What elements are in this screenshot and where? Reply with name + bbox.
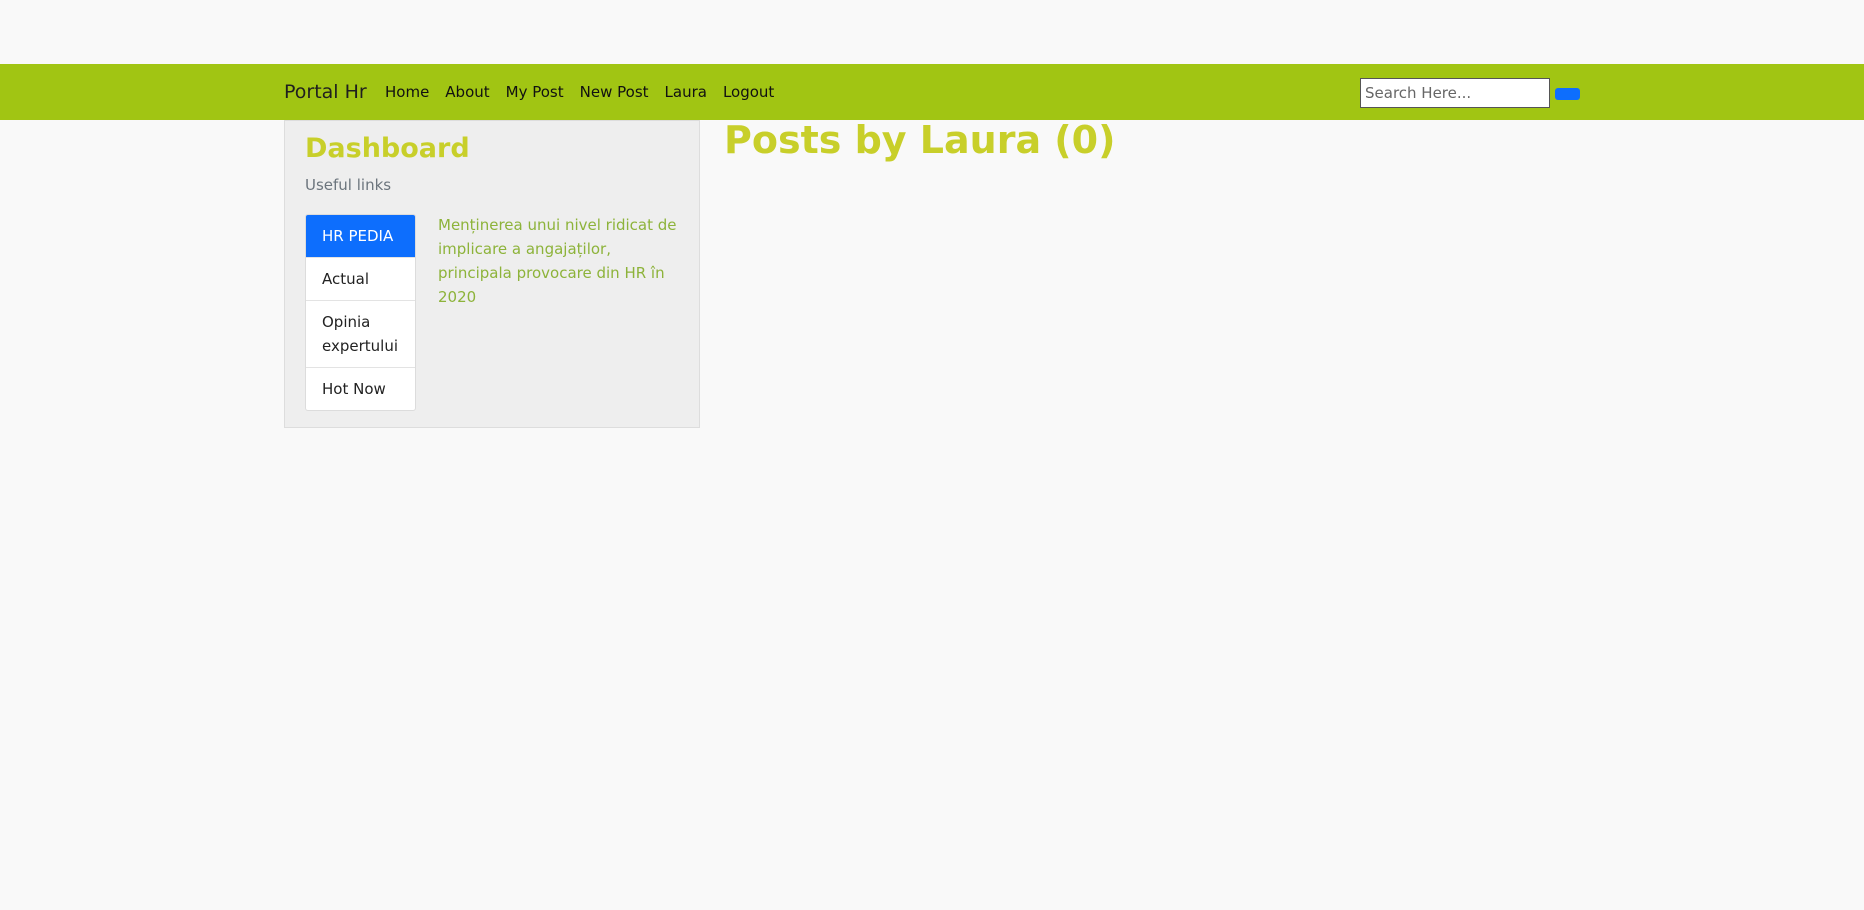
dashboard-sidebar: Dashboard Useful links HR PEDIA Actual O… <box>284 120 700 428</box>
nav-link-about[interactable]: About <box>445 83 489 101</box>
sidebar-title: Dashboard <box>305 133 470 164</box>
brand-link[interactable]: Portal Hr <box>284 64 367 120</box>
list-item-hr-pedia[interactable]: HR PEDIA <box>306 215 415 257</box>
search-input[interactable] <box>1360 78 1550 108</box>
list-item-actual[interactable]: Actual <box>306 257 415 300</box>
sidebar-content-text: Menținerea unui nivel ridicat de implica… <box>438 216 677 306</box>
list-item-hot-now[interactable]: Hot Now <box>306 367 415 410</box>
top-spacer <box>0 0 1864 64</box>
nav-link-new-post[interactable]: New Post <box>580 83 649 101</box>
navbar: Portal Hr Home About My Post New Post La… <box>0 64 1864 120</box>
nav-link-home[interactable]: Home <box>385 83 429 101</box>
sidebar-subtitle: Useful links <box>305 176 392 194</box>
list-item-opinia-expertului[interactable]: Opinia expertului <box>306 300 415 367</box>
nav-link-my-post[interactable]: My Post <box>506 83 564 101</box>
nav-link-user[interactable]: Laura <box>665 83 707 101</box>
nav-links: Home About My Post New Post Laura Logout <box>385 64 790 120</box>
page-title: Posts by Laura (0) <box>724 118 1116 162</box>
nav-link-logout[interactable]: Logout <box>723 83 774 101</box>
useful-links-list: HR PEDIA Actual Opinia expertului Hot No… <box>305 214 416 411</box>
search-button[interactable] <box>1555 88 1580 100</box>
